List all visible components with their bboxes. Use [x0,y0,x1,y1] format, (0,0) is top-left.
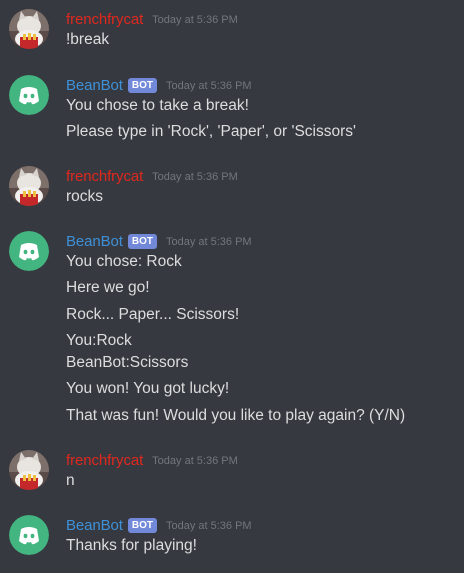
cat-avatar-icon [9,166,49,206]
message-text: BeanBot:Scissors [66,354,189,371]
message-text: You chose to take a break! [66,97,249,114]
cat-avatar-icon [9,450,49,490]
message-text: You won! You got lucky! [66,380,230,397]
message-text: Please type in 'Rock', 'Paper', or 'Scis… [66,123,356,140]
bot-tag: BOT [127,77,157,93]
user-avatar[interactable] [9,166,49,206]
cat-avatar-icon [9,9,49,49]
timestamp: Today at 5:36 PM [152,171,238,183]
message-text: You:Rock [66,332,132,349]
timestamp: Today at 5:36 PM [165,236,252,248]
message-text: !break [66,31,110,48]
user-avatar[interactable] [9,9,49,49]
username[interactable]: BeanBot [66,77,123,94]
username[interactable]: frenchfrycat [66,452,143,469]
timestamp: Today at 5:36 PM [152,455,238,467]
bot-tag: BOT [127,517,157,533]
bot-avatar[interactable] [9,231,49,271]
username[interactable]: BeanBot [66,233,123,250]
timestamp: Today at 5:36 PM [165,520,252,532]
bot-avatar[interactable] [9,515,49,555]
username[interactable]: frenchfrycat [66,11,143,28]
timestamp: Today at 5:36 PM [165,80,252,92]
message-text: Here we go! [66,279,150,296]
bot-avatar[interactable] [9,75,49,115]
bot-tag: BOT [127,233,157,249]
message-text: You chose: Rock [66,253,182,270]
username[interactable]: BeanBot [66,517,123,534]
user-avatar[interactable] [9,450,49,490]
message-text: n [66,472,75,489]
timestamp: Today at 5:36 PM [152,14,238,26]
message-text: Rock... Paper... Scissors! [66,306,240,323]
discord-logo-icon [9,515,49,555]
message-text: Thanks for playing! [66,537,197,554]
message-text: That was fun! Would you like to play aga… [66,407,406,424]
message-text: rocks [66,188,104,205]
chat-log: frenchfrycat Today at 5:36 PM !break Bea… [0,0,464,573]
discord-logo-icon [9,231,49,271]
discord-logo-icon [9,75,49,115]
username[interactable]: frenchfrycat [66,168,143,185]
